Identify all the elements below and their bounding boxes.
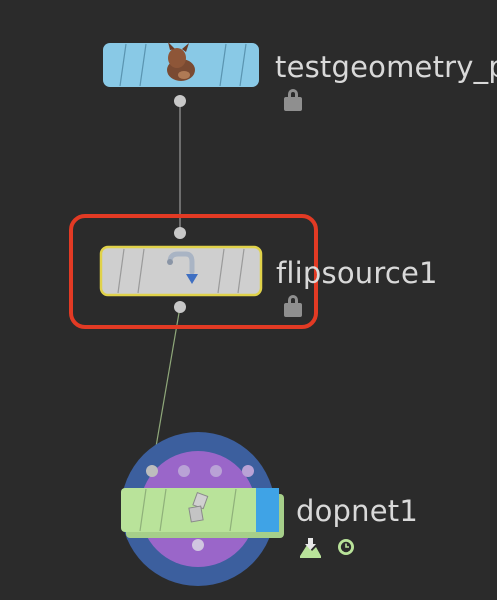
node-label-testgeometry: testgeometry_p bbox=[275, 50, 497, 84]
output-port[interactable] bbox=[192, 539, 204, 551]
input-port-4[interactable] bbox=[242, 465, 254, 477]
input-port-1[interactable] bbox=[146, 465, 158, 477]
output-port[interactable] bbox=[174, 301, 186, 313]
node-dopnet1[interactable] bbox=[121, 432, 284, 586]
network-editor-canvas[interactable] bbox=[0, 0, 497, 600]
output-port[interactable] bbox=[174, 95, 186, 107]
input-port-3[interactable] bbox=[210, 465, 222, 477]
input-port[interactable] bbox=[174, 227, 186, 239]
node-label-dopnet1: dopnet1 bbox=[296, 494, 419, 528]
clock-icon[interactable] bbox=[338, 539, 354, 555]
dopnet-flag-icons bbox=[300, 538, 354, 558]
lock-icon[interactable] bbox=[284, 295, 302, 319]
input-port-2[interactable] bbox=[178, 465, 190, 477]
node-testgeometry[interactable] bbox=[103, 42, 259, 107]
node-label-flipsource1: flipsource1 bbox=[276, 256, 438, 290]
lock-icon[interactable] bbox=[284, 89, 302, 113]
display-flag-icon[interactable] bbox=[300, 538, 321, 558]
display-flag-indicator[interactable] bbox=[256, 488, 279, 532]
